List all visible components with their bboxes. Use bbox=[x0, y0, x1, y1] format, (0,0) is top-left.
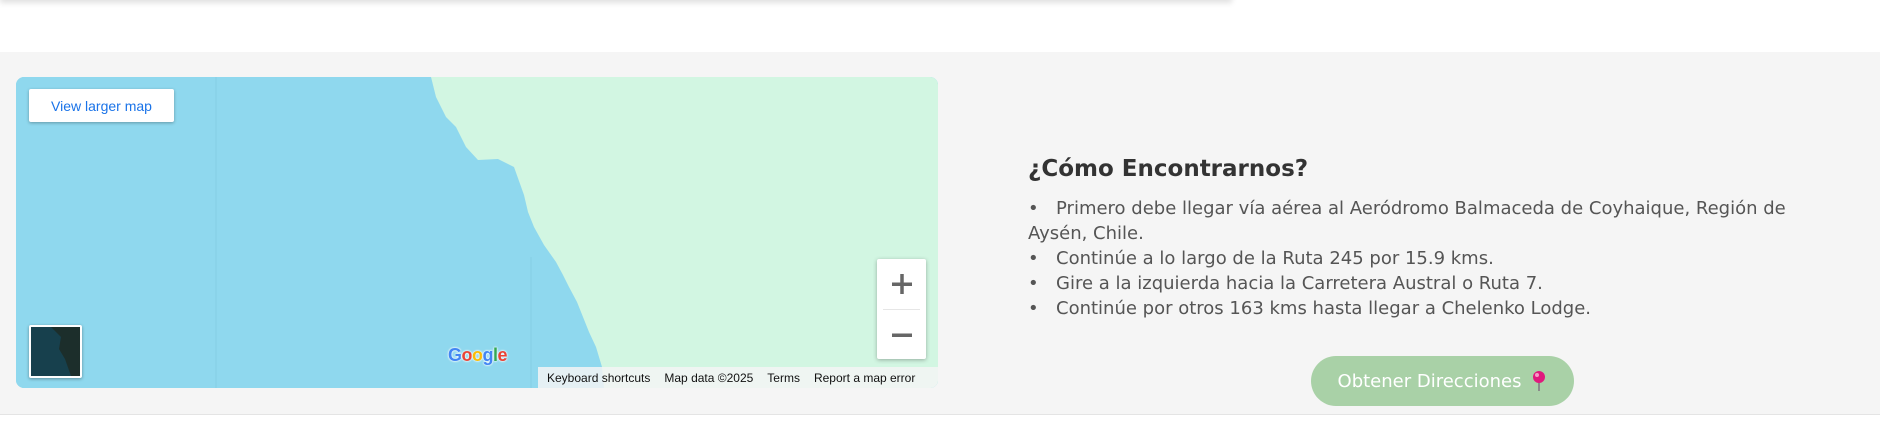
google-logo-letter: e bbox=[497, 345, 508, 365]
embedded-map[interactable]: View larger map Google Keyboard shortcut… bbox=[16, 77, 938, 388]
google-logo-letter: o bbox=[461, 345, 473, 365]
satellite-thumbnail-icon bbox=[31, 327, 80, 376]
terms-link[interactable]: Terms bbox=[767, 371, 800, 385]
bullet-icon: • bbox=[1028, 248, 1039, 269]
google-logo-letter: o bbox=[472, 345, 483, 365]
plus-icon bbox=[891, 273, 912, 294]
zoom-in-button[interactable] bbox=[877, 259, 926, 308]
list-item: • Primero debe llegar vía aérea al Aeródr… bbox=[1028, 196, 1848, 246]
directions-title: ¿Cómo Encontrarnos? bbox=[1028, 156, 1309, 182]
map-data-text: Map data ©2025 bbox=[664, 370, 754, 385]
keyboard-shortcuts-link[interactable]: Keyboard shortcuts bbox=[547, 371, 650, 385]
location-section: View larger map Google Keyboard shortcut… bbox=[0, 52, 1880, 415]
step-text: Continúe por otros 163 kms hasta llegar … bbox=[1056, 298, 1591, 319]
map-attribution-bar: Keyboard shortcuts Map data ©2025 Terms … bbox=[538, 367, 938, 388]
minus-icon bbox=[891, 333, 912, 337]
zoom-control bbox=[877, 259, 926, 359]
step-text: Primero debe llegar vía aérea al Aeródro… bbox=[1028, 198, 1786, 244]
get-directions-label: Obtener Direcciones bbox=[1337, 370, 1522, 392]
list-item: • Gire a la izquierda hacia la Carretera … bbox=[1028, 271, 1848, 296]
bullet-icon: • bbox=[1028, 273, 1039, 294]
list-item: • Continúe por otros 163 kms hasta llegar… bbox=[1028, 296, 1848, 321]
directions-list: • Primero debe llegar vía aérea al Aeródr… bbox=[1028, 196, 1848, 321]
get-directions-button[interactable]: Obtener Direcciones bbox=[1311, 356, 1574, 406]
step-text: Continúe a lo largo de la Ruta 245 por 1… bbox=[1056, 248, 1494, 269]
directions-panel: ¿Cómo Encontrarnos? • Primero debe llegar… bbox=[1028, 156, 1848, 321]
google-logo-letter: g bbox=[482, 345, 494, 365]
zoom-out-button[interactable] bbox=[877, 310, 926, 359]
google-logo: Google bbox=[448, 345, 508, 366]
map-pin-icon bbox=[1533, 371, 1546, 391]
report-map-error-link[interactable]: Report a map error bbox=[814, 371, 915, 385]
step-text: Gire a la izquierda hacia la Carretera A… bbox=[1056, 273, 1543, 294]
google-logo-letter: G bbox=[448, 345, 462, 365]
list-item: • Continúe a lo largo de la Ruta 245 por … bbox=[1028, 246, 1848, 271]
bullet-icon: • bbox=[1028, 298, 1039, 319]
satellite-toggle[interactable] bbox=[29, 325, 82, 378]
map-terrain bbox=[16, 77, 938, 388]
view-larger-map-link[interactable]: View larger map bbox=[29, 89, 174, 122]
bullet-icon: • bbox=[1028, 198, 1039, 219]
